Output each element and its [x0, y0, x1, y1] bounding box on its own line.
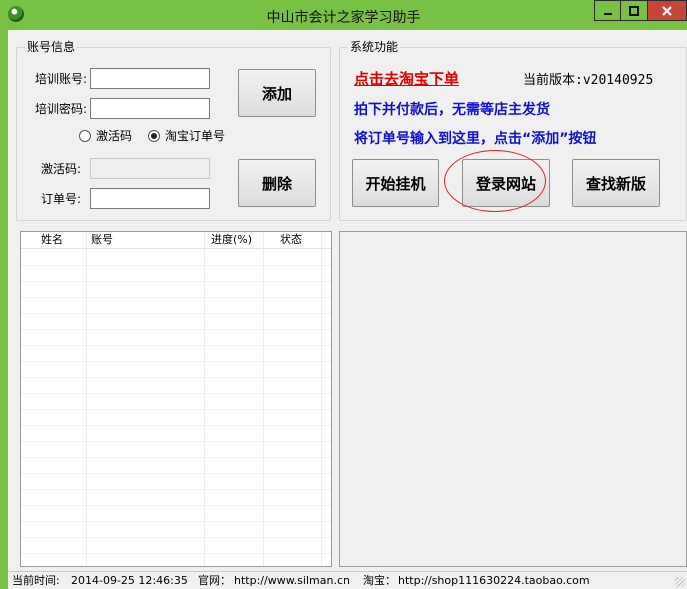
browser-panel[interactable]: [339, 231, 687, 567]
activation-code-label: 激活码:: [41, 162, 82, 176]
train-password-input[interactable]: [90, 98, 210, 119]
list-header: 姓名 账号 进度(%) 状态: [21, 232, 331, 249]
status-bar: 当前时间: 2014-09-25 12:46:35 官网： http://www…: [8, 571, 687, 589]
row-line: [21, 265, 331, 266]
train-password-label: 培训密码:: [35, 102, 88, 116]
row-line: [21, 505, 331, 506]
column-divider: [263, 232, 264, 566]
client-area: 账号信息 培训账号: 培训密码: 添加 激活码 淘宝订单号 激活码: 订单号: …: [8, 30, 687, 589]
column-header-account[interactable]: 账号: [91, 233, 113, 247]
delete-button[interactable]: 删除: [238, 159, 316, 207]
resize-grip[interactable]: [675, 577, 685, 587]
column-header-name[interactable]: 姓名: [41, 233, 63, 247]
row-line: [21, 329, 331, 330]
activation-code-input: [90, 158, 210, 179]
version-text: 当前版本:v20140925: [523, 73, 654, 88]
system-functions-label: 系统功能: [348, 40, 401, 54]
add-button[interactable]: 添加: [238, 69, 316, 117]
row-line: [21, 393, 331, 394]
row-line: [21, 297, 331, 298]
start-hangup-button[interactable]: 开始挂机: [352, 159, 439, 207]
column-divider: [204, 232, 205, 566]
title-bar[interactable]: 中山市会计之家学习助手: [0, 0, 687, 30]
column-divider: [321, 232, 322, 566]
official-site-value[interactable]: http://www.silman.cn: [234, 574, 350, 588]
find-new-version-button[interactable]: 查找新版: [572, 159, 660, 207]
row-line: [21, 345, 331, 346]
row-line: [21, 441, 331, 442]
official-site-label: 官网：: [198, 574, 231, 587]
login-site-button[interactable]: 登录网站: [462, 159, 550, 207]
maximize-button[interactable]: [620, 0, 647, 21]
radio-taobao-order[interactable]: [148, 130, 160, 142]
row-line: [21, 377, 331, 378]
order-number-label: 订单号:: [41, 192, 82, 206]
row-line: [21, 361, 331, 362]
row-line: [21, 489, 331, 490]
row-line: [21, 313, 331, 314]
account-info-label: 账号信息: [25, 40, 78, 54]
current-time-label: 当前时间:: [12, 574, 60, 587]
taobao-order-link[interactable]: 点击去淘宝下单: [354, 68, 459, 89]
column-header-progress[interactable]: 进度(%): [211, 233, 252, 247]
taobao-shop-value[interactable]: http://shop111630224.taobao.com: [398, 574, 590, 588]
row-line: [21, 457, 331, 458]
radio-taobao-label: 淘宝订单号: [165, 129, 226, 143]
row-line: [21, 281, 331, 282]
train-account-label: 培训账号:: [35, 72, 88, 86]
minimize-icon: [603, 12, 612, 15]
train-account-input[interactable]: [90, 68, 210, 89]
taobao-shop-label: 淘宝：: [363, 574, 396, 587]
row-line: [21, 537, 331, 538]
account-list[interactable]: 姓名 账号 进度(%) 状态: [20, 231, 332, 567]
maximize-icon: [629, 5, 639, 16]
row-line: [21, 409, 331, 410]
radio-activation-code[interactable]: [79, 130, 91, 142]
row-line: [21, 521, 331, 522]
row-line: [21, 553, 331, 554]
current-time-value: 2014-09-25 12:46:35: [71, 574, 188, 587]
close-button[interactable]: [647, 0, 687, 21]
column-divider: [86, 232, 87, 566]
instruction-note-2: 将订单号输入到这里，点击“添加”按钮: [354, 131, 597, 147]
row-line: [21, 473, 331, 474]
row-line: [21, 425, 331, 426]
close-icon: [662, 5, 672, 16]
radio-activation-label: 激活码: [96, 129, 133, 143]
column-header-status[interactable]: 状态: [280, 233, 302, 247]
minimize-button[interactable]: [594, 0, 620, 21]
instruction-note-1: 拍下并付款后，无需等店主发货: [354, 102, 550, 118]
window-title: 中山市会计之家学习助手: [266, 10, 421, 26]
order-number-input[interactable]: [90, 188, 210, 209]
